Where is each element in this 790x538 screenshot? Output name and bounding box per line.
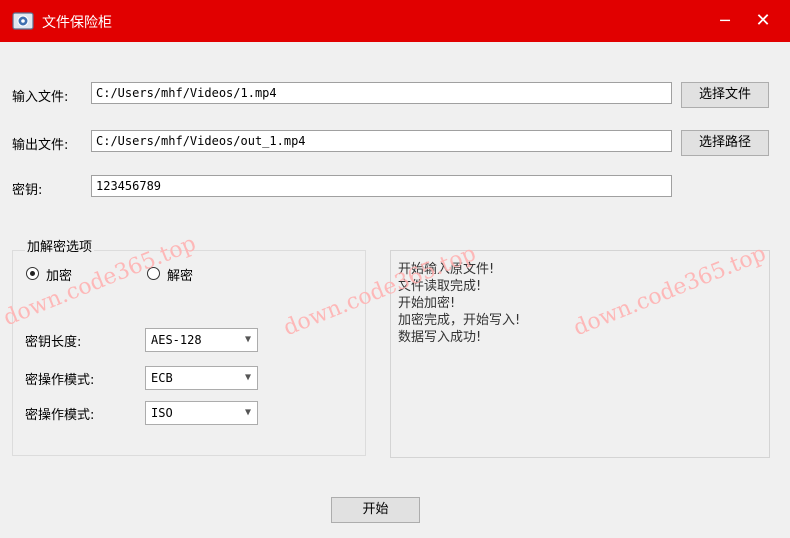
log-line: 数据写入成功!: [398, 330, 482, 345]
options-group-title: 加解密选项: [25, 236, 95, 255]
chevron-down-icon: ▼: [244, 407, 251, 418]
minimize-button[interactable]: ─: [712, 8, 738, 34]
close-button[interactable]: ✕: [750, 8, 776, 34]
output-file-field[interactable]: C:/Users/mhf/Videos/out_1.mp4: [91, 130, 672, 152]
mode-label: 密操作模式:: [25, 373, 95, 388]
safe-app-icon: [12, 12, 34, 30]
padding-select[interactable]: ISO ▼: [145, 401, 258, 425]
mode-select[interactable]: ECB ▼: [145, 366, 258, 390]
radio-circle: [26, 267, 39, 280]
key-length-label: 密钥长度:: [25, 335, 82, 350]
window-title: 文件保险柜: [42, 15, 112, 31]
radio-selected-dot: [30, 271, 35, 276]
key-length-select[interactable]: AES-128 ▼: [145, 328, 258, 352]
padding-value: ISO: [151, 406, 173, 420]
output-file-label: 输出文件:: [12, 138, 69, 153]
padding-label: 密操作模式:: [25, 408, 95, 423]
input-file-field[interactable]: C:/Users/mhf/Videos/1.mp4: [91, 82, 672, 104]
decrypt-label: 解密: [167, 269, 194, 284]
chevron-down-icon: ▼: [244, 334, 251, 345]
key-length-value: AES-128: [151, 333, 202, 347]
choose-path-button[interactable]: 选择路径: [681, 130, 769, 156]
mode-value: ECB: [151, 371, 173, 385]
title-bar: 文件保险柜 ─ ✕: [0, 0, 790, 42]
key-label: 密钥:: [12, 183, 43, 198]
choose-file-button[interactable]: 选择文件: [681, 82, 769, 108]
key-field[interactable]: 123456789: [91, 175, 672, 197]
input-file-label: 输入文件:: [12, 90, 69, 105]
chevron-down-icon: ▼: [244, 372, 251, 383]
start-button[interactable]: 开始: [331, 497, 420, 523]
